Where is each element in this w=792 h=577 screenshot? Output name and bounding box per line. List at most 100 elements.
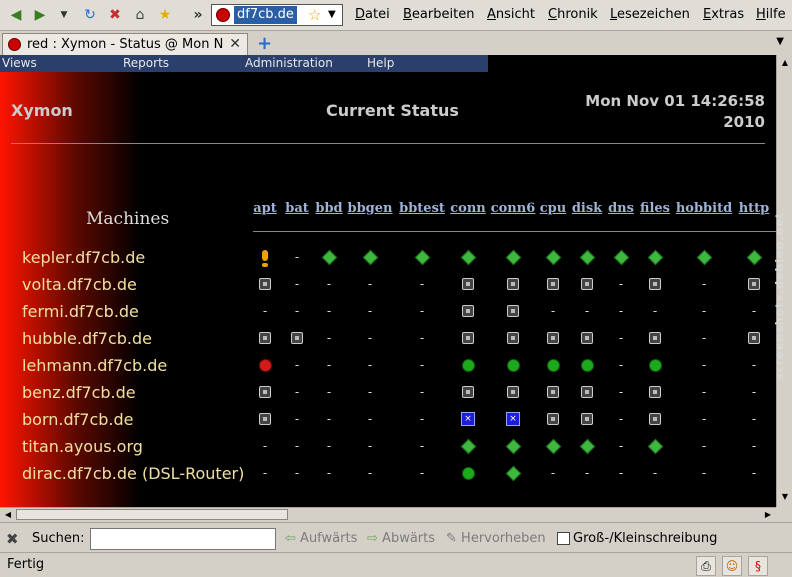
host-name[interactable]: born.df7cb.de <box>22 410 133 429</box>
menu-datei[interactable]: Datei <box>355 7 390 22</box>
column-header-apt[interactable]: apt <box>253 201 277 216</box>
status-cell[interactable]: × <box>461 412 475 426</box>
status-cell[interactable] <box>461 466 475 480</box>
history-dropdown-icon[interactable]: ▼ <box>54 5 74 25</box>
status-cell[interactable] <box>546 412 560 426</box>
column-header-http[interactable]: http <box>739 201 770 216</box>
status-cell[interactable] <box>460 438 477 455</box>
status-cell[interactable] <box>546 331 560 345</box>
stop-icon[interactable]: ✖ <box>105 5 125 25</box>
menu-hilfe[interactable]: Hilfe <box>756 7 786 22</box>
security-icon[interactable]: § <box>748 556 768 576</box>
status-cell[interactable] <box>506 385 520 399</box>
column-header-bbtest[interactable]: bbtest <box>399 201 445 216</box>
host-name[interactable]: hubble.df7cb.de <box>22 329 152 348</box>
status-cell[interactable] <box>546 358 560 372</box>
status-cell[interactable] <box>461 304 475 318</box>
tab-xymon-status[interactable]: red : Xymon - Status @ Mon No... ✕ <box>2 33 248 55</box>
column-header-bat[interactable]: bat <box>285 201 309 216</box>
back-icon[interactable]: ◀ <box>6 5 26 25</box>
scroll-right-icon[interactable]: ▶ <box>762 509 774 521</box>
host-name[interactable]: titan.ayous.org <box>22 437 143 456</box>
status-cell[interactable] <box>747 331 761 345</box>
column-header-bbgen[interactable]: bbgen <box>348 201 393 216</box>
status-cell[interactable] <box>579 249 596 266</box>
status-cell[interactable] <box>648 358 662 372</box>
column-header-disk[interactable]: disk <box>572 201 602 216</box>
column-header-hobbitd[interactable]: hobbitd <box>676 201 732 216</box>
status-cell[interactable] <box>258 385 272 399</box>
resize-grip-icon[interactable] <box>772 556 786 574</box>
bookmark-star-icon[interactable]: ★ <box>155 5 175 25</box>
new-tab-icon[interactable]: + <box>257 33 272 54</box>
status-cell[interactable] <box>362 249 379 266</box>
status-cell[interactable] <box>414 249 431 266</box>
column-header-bbd[interactable]: bbd <box>315 201 342 216</box>
host-name[interactable]: lehmann.df7cb.de <box>22 356 167 375</box>
find-input[interactable] <box>90 528 276 550</box>
status-cell[interactable] <box>648 277 662 291</box>
status-cell[interactable] <box>746 249 763 266</box>
find-highlight-button[interactable]: ✎ Hervorheben <box>446 531 546 546</box>
status-cell[interactable] <box>648 412 662 426</box>
status-cell[interactable] <box>258 250 272 267</box>
status-cell[interactable] <box>258 358 272 372</box>
status-cell[interactable] <box>580 277 594 291</box>
forward-icon[interactable]: ▶ <box>30 5 50 25</box>
status-cell[interactable] <box>506 277 520 291</box>
status-cell[interactable] <box>290 331 304 345</box>
nav-help[interactable]: Help <box>367 56 394 70</box>
close-find-bar-icon[interactable]: ✖ <box>6 530 19 548</box>
status-cell[interactable] <box>696 249 713 266</box>
scroll-left-icon[interactable]: ◀ <box>2 509 14 521</box>
status-cell[interactable] <box>648 385 662 399</box>
status-cell[interactable] <box>461 277 475 291</box>
status-cell[interactable] <box>461 385 475 399</box>
status-cell[interactable] <box>613 249 630 266</box>
status-cell[interactable] <box>461 358 475 372</box>
status-cell[interactable] <box>747 277 761 291</box>
find-up-button[interactable]: ⇦ Aufwärts <box>285 531 357 546</box>
overflow-chevron-icon[interactable]: » <box>188 5 208 25</box>
status-cell[interactable] <box>580 358 594 372</box>
status-cell[interactable] <box>648 331 662 345</box>
printer-icon[interactable]: ⎙ <box>696 556 716 576</box>
url-dropdown-icon[interactable]: ▼ <box>328 7 336 23</box>
home-icon[interactable]: ⌂ <box>130 5 150 25</box>
horizontal-scroll-thumb[interactable] <box>16 509 288 520</box>
column-header-conn[interactable]: conn <box>450 201 486 216</box>
status-cell[interactable] <box>461 331 475 345</box>
status-cell[interactable] <box>505 465 522 482</box>
status-cell[interactable] <box>321 249 338 266</box>
host-name[interactable]: fermi.df7cb.de <box>22 302 139 321</box>
status-cell[interactable] <box>506 331 520 345</box>
status-cell[interactable] <box>546 277 560 291</box>
bookmark-page-star-icon[interactable]: ☆ <box>308 6 321 24</box>
horizontal-scrollbar[interactable]: ◀ ▶ <box>0 507 776 522</box>
menu-bearbeiten[interactable]: Bearbeiten <box>403 7 474 22</box>
url-bar[interactable]: df7cb.de ☆ ▼ <box>211 4 343 26</box>
match-case-checkbox[interactable] <box>557 532 570 545</box>
scroll-up-icon[interactable]: ▲ <box>779 57 791 69</box>
status-cell[interactable] <box>580 412 594 426</box>
column-header-dns[interactable]: dns <box>608 201 634 216</box>
nav-administration[interactable]: Administration <box>245 56 333 70</box>
menu-chronik[interactable]: Chronik <box>548 7 598 22</box>
menu-lesezeichen[interactable]: Lesezeichen <box>610 7 690 22</box>
host-name[interactable]: kepler.df7cb.de <box>22 248 145 267</box>
host-name[interactable]: volta.df7cb.de <box>22 275 137 294</box>
menu-extras[interactable]: Extras <box>703 7 744 22</box>
find-down-button[interactable]: ⇨ Abwärts <box>367 531 435 546</box>
status-cell[interactable]: × <box>506 412 520 426</box>
list-all-tabs-icon[interactable]: ▼ <box>776 36 784 47</box>
status-cell[interactable] <box>647 438 664 455</box>
status-cell[interactable] <box>258 331 272 345</box>
menu-ansicht[interactable]: Ansicht <box>487 7 535 22</box>
nav-views[interactable]: Views <box>2 56 37 70</box>
status-cell[interactable] <box>505 249 522 266</box>
close-tab-icon[interactable]: ✕ <box>229 36 241 52</box>
column-header-cpu[interactable]: cpu <box>540 201 566 216</box>
scroll-down-icon[interactable]: ▼ <box>779 491 791 503</box>
status-cell[interactable] <box>505 438 522 455</box>
status-cell[interactable] <box>546 385 560 399</box>
